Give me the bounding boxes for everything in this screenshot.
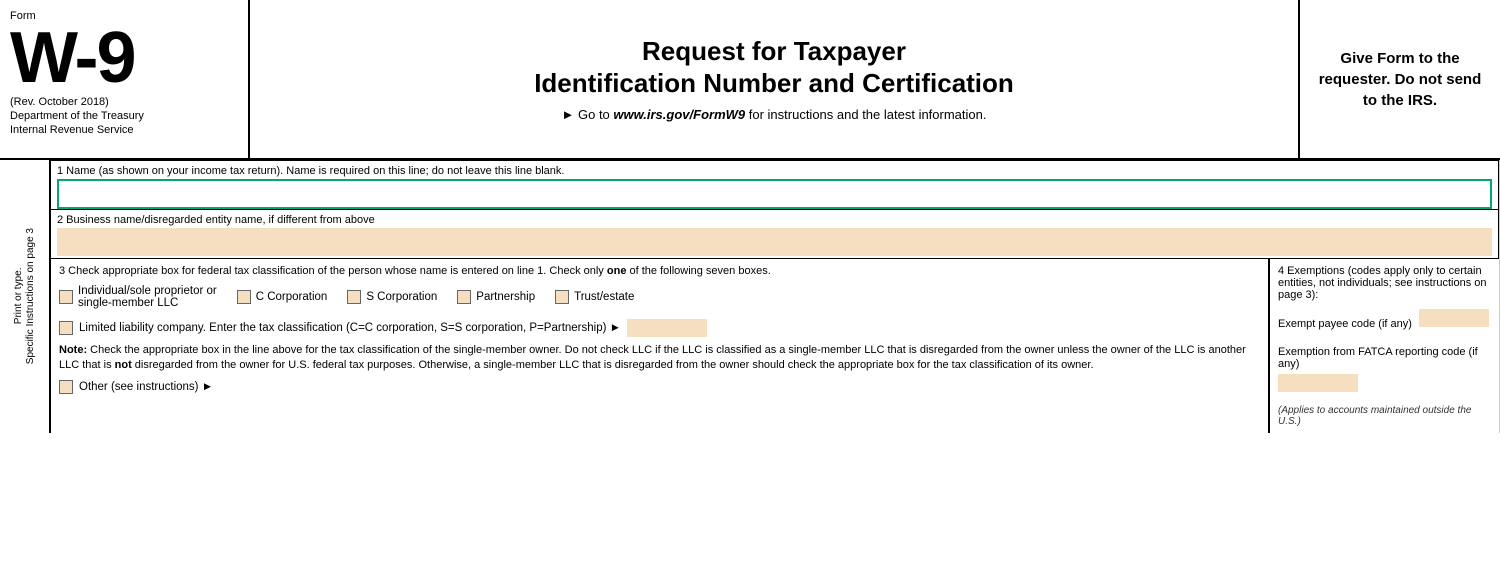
form-sub-instruction: ► Go to www.irs.gov/FormW9 for instructi… — [562, 107, 987, 122]
form-header: Form W-9 (Rev. October 2018) Department … — [0, 0, 1500, 160]
side-label: Print or type. Specific Instructions on … — [0, 160, 50, 433]
checkbox-trust-box[interactable] — [555, 290, 569, 304]
field4-title: 4 Exemptions (codes apply only to certai… — [1278, 265, 1491, 301]
checkbox-individual-box[interactable] — [59, 290, 73, 304]
classification-checkboxes: Individual/sole proprietor orsingle-memb… — [59, 285, 1260, 309]
checkbox-llc-box[interactable] — [59, 321, 73, 335]
other-row: Other (see instructions) ► — [59, 380, 1260, 394]
field3-container: 3 Check appropriate box for federal tax … — [51, 259, 1269, 433]
checkbox-ccorp: C Corporation — [237, 290, 328, 304]
checkbox-other-box[interactable] — [59, 380, 73, 394]
side-label-text: Print or type. Specific Instructions on … — [13, 228, 37, 364]
checkbox-trust-label: Trust/estate — [574, 291, 634, 303]
field34-row: 3 Check appropriate box for federal tax … — [50, 258, 1499, 433]
field4-exempt-row: Exempt payee code (if any) — [1278, 309, 1491, 330]
checkbox-individual: Individual/sole proprietor orsingle-memb… — [59, 285, 217, 309]
form-title-area: Request for Taxpayer Identification Numb… — [250, 0, 1300, 158]
w9-form: Form W-9 (Rev. October 2018) Department … — [0, 0, 1500, 433]
form-send-instruction: Give Form to the requester. Do not send … — [1300, 0, 1500, 158]
form-dept1: Department of the Treasury — [10, 110, 238, 122]
form-fields: 1 Name (as shown on your income tax retu… — [50, 160, 1500, 433]
checkbox-partnership-label: Partnership — [476, 291, 535, 303]
llc-row: Limited liability company. Enter the tax… — [59, 319, 1260, 337]
field3-title: 3 Check appropriate box for federal tax … — [59, 265, 1260, 277]
field4-exempt-input[interactable] — [1419, 309, 1489, 327]
field2-input[interactable] — [57, 228, 1492, 256]
other-label: Other (see instructions) ► — [79, 381, 213, 393]
checkbox-partnership-box[interactable] — [457, 290, 471, 304]
checkbox-ccorp-box[interactable] — [237, 290, 251, 304]
llc-classification-input[interactable] — [627, 319, 707, 337]
checkbox-scorp-label: S Corporation — [366, 291, 437, 303]
checkbox-scorp-box[interactable] — [347, 290, 361, 304]
checkbox-ccorp-label: C Corporation — [256, 291, 328, 303]
field1-label: 1 Name (as shown on your income tax retu… — [57, 165, 1492, 177]
field1-container: 1 Name (as shown on your income tax retu… — [50, 160, 1499, 210]
checkbox-trust: Trust/estate — [555, 290, 634, 304]
form-body: Print or type. Specific Instructions on … — [0, 160, 1500, 433]
llc-label: Limited liability company. Enter the tax… — [79, 322, 621, 334]
form-dept2: Internal Revenue Service — [10, 124, 238, 136]
field4-applies: (Applies to accounts maintained outside … — [1278, 405, 1491, 427]
form-identity: Form W-9 (Rev. October 2018) Department … — [0, 0, 250, 158]
form-number: W-9 — [10, 22, 238, 94]
checkbox-scorp: S Corporation — [347, 290, 437, 304]
field2-container: 2 Business name/disregarded entity name,… — [50, 210, 1499, 258]
field1-input[interactable] — [57, 179, 1492, 209]
llc-note: Note: Check the appropriate box in the l… — [59, 343, 1260, 374]
field4-fatca-label: Exemption from FATCA reporting code (if … — [1278, 346, 1491, 370]
send-instruction-text: Give Form to the requester. Do not send … — [1312, 48, 1488, 111]
field4-exempt-label: Exempt payee code (if any) — [1278, 318, 1412, 330]
checkbox-individual-label: Individual/sole proprietor orsingle-memb… — [78, 285, 217, 309]
checkbox-partnership: Partnership — [457, 290, 535, 304]
field4-container: 4 Exemptions (codes apply only to certai… — [1269, 259, 1499, 433]
form-title: Request for Taxpayer Identification Numb… — [534, 36, 1014, 98]
field4-fatca-input[interactable] — [1278, 374, 1358, 392]
field4-fatca-row: Exemption from FATCA reporting code (if … — [1278, 346, 1491, 395]
field2-label: 2 Business name/disregarded entity name,… — [57, 214, 1492, 226]
